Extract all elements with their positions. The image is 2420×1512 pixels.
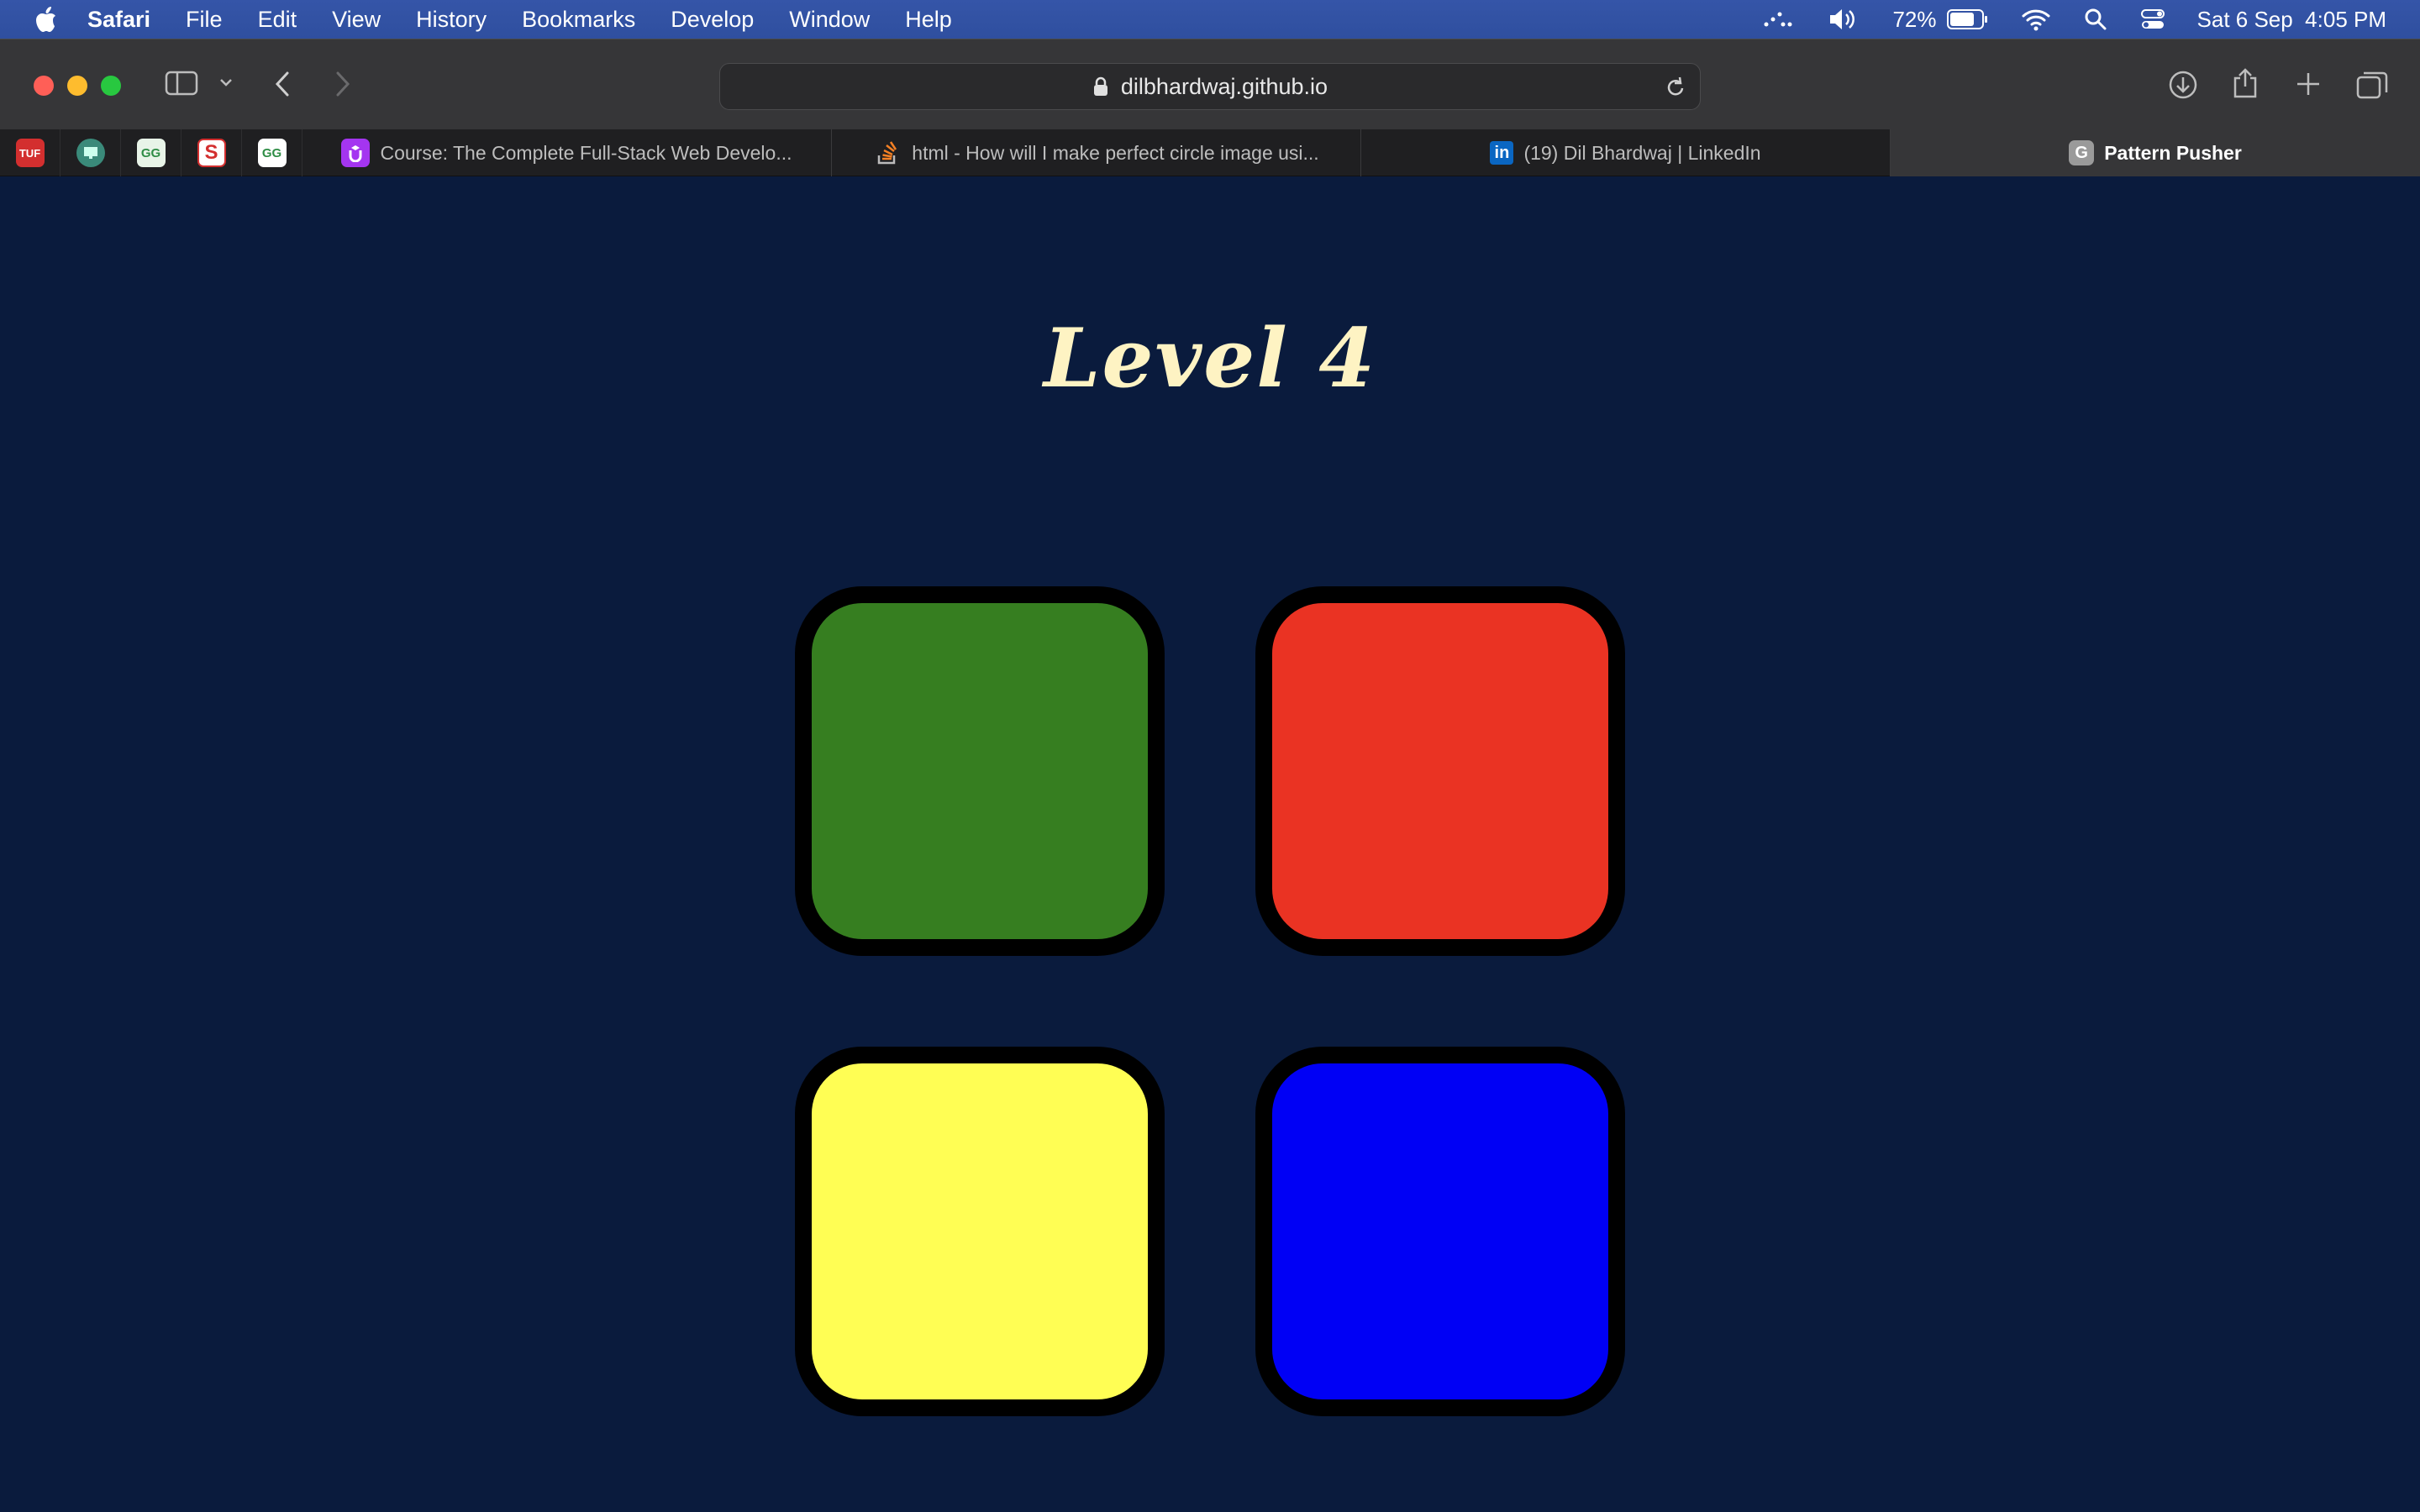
download-icon[interactable] xyxy=(2168,70,2198,100)
tab-overview-icon[interactable] xyxy=(2356,70,2388,100)
tab-title: (19) Dil Bhardwaj | LinkedIn xyxy=(1523,141,1761,164)
volume-icon[interactable] xyxy=(1827,7,1860,32)
tab-title: Pattern Pusher xyxy=(2104,141,2242,164)
tab-udemy-course[interactable]: Course: The Complete Full-Stack Web Deve… xyxy=(302,129,832,176)
menu-history[interactable]: History xyxy=(416,7,487,33)
date-text: Sat 6 Sep xyxy=(2196,6,2293,32)
tuf-favicon-icon: TUF xyxy=(15,139,45,167)
zoom-window-button[interactable] xyxy=(101,76,121,96)
tab-title: Course: The Complete Full-Stack Web Deve… xyxy=(380,141,792,164)
menu-help[interactable]: Help xyxy=(905,7,952,33)
address-bar[interactable]: dilbhardwaj.github.io xyxy=(719,63,1701,110)
pinned-tab-geeksforgeeks-2[interactable]: GG xyxy=(242,129,302,176)
share-icon[interactable] xyxy=(2232,66,2259,100)
monitor-favicon-icon xyxy=(76,139,105,167)
back-arrow-icon[interactable] xyxy=(271,70,296,98)
menu-edit[interactable]: Edit xyxy=(258,7,297,33)
menu-window[interactable]: Window xyxy=(789,7,870,33)
minimize-window-button[interactable] xyxy=(67,76,87,96)
menu-view[interactable]: View xyxy=(332,7,381,33)
battery-icon[interactable] xyxy=(1946,8,1989,30)
browser-toolbar: dilbhardwaj.github.io xyxy=(0,39,2420,129)
close-window-button[interactable] xyxy=(34,76,54,96)
new-tab-plus-icon[interactable] xyxy=(2294,70,2323,98)
stackoverflow-favicon-icon xyxy=(873,139,902,167)
level-title: Level 4 xyxy=(1043,311,1377,406)
menu-file[interactable]: File xyxy=(186,7,223,33)
tab-stackoverflow[interactable]: html - How will I make perfect circle im… xyxy=(832,129,1361,176)
control-center-icon[interactable] xyxy=(2140,7,2165,32)
geeksforgeeks-favicon-icon: GG xyxy=(136,139,166,167)
s-favicon-icon: S xyxy=(197,139,226,167)
battery-percentage: 72% xyxy=(1892,6,1937,32)
menu-bookmarks[interactable]: Bookmarks xyxy=(522,7,635,33)
clock[interactable]: Sat 6 Sep 4:05 PM xyxy=(2197,7,2386,33)
red-pad[interactable] xyxy=(1255,586,1625,956)
pinned-tab-geeksforgeeks[interactable]: GG xyxy=(121,129,182,176)
green-pad[interactable] xyxy=(795,586,1165,956)
linkedin-favicon-icon: in xyxy=(1490,141,1514,165)
udemy-favicon-icon xyxy=(341,139,371,167)
search-icon[interactable] xyxy=(2083,7,2108,32)
tab-linkedin[interactable]: in (19) Dil Bhardwaj | LinkedIn xyxy=(1361,129,1891,176)
page-content: Level 4 xyxy=(0,176,2420,1512)
apple-icon[interactable] xyxy=(34,6,59,33)
tab-pattern-pusher[interactable]: G Pattern Pusher xyxy=(1891,129,2420,176)
tab-title: html - How will I make perfect circle im… xyxy=(912,141,1319,164)
tab-bar: TUF GG S GG Course: The Complete Full-St… xyxy=(0,129,2420,176)
chevron-down-icon[interactable] xyxy=(218,75,234,90)
pinned-tab-s[interactable]: S xyxy=(182,129,242,176)
g-favicon-icon: G xyxy=(2069,140,2095,165)
menu-app-name[interactable]: Safari xyxy=(87,7,150,33)
dots-status-icon[interactable] xyxy=(1761,9,1795,29)
wifi-icon[interactable] xyxy=(2021,8,2051,31)
lock-icon xyxy=(1092,76,1109,97)
sidebar-toggle-icon[interactable] xyxy=(165,70,198,97)
pinned-tab-tuf[interactable]: TUF xyxy=(0,129,60,176)
forward-arrow-icon[interactable] xyxy=(329,70,355,98)
yellow-pad[interactable] xyxy=(795,1047,1165,1416)
pinned-tab-monitor[interactable] xyxy=(60,129,121,176)
menu-bar: Safari File Edit View History Bookmarks … xyxy=(0,0,2420,39)
url-text: dilbhardwaj.github.io xyxy=(1120,73,1328,99)
blue-pad[interactable] xyxy=(1255,1047,1625,1416)
reload-icon[interactable] xyxy=(1665,76,1686,103)
geeksforgeeks-favicon-icon: GG xyxy=(257,139,287,167)
time-text: 4:05 PM xyxy=(2305,6,2386,32)
menu-develop[interactable]: Develop xyxy=(671,7,754,33)
